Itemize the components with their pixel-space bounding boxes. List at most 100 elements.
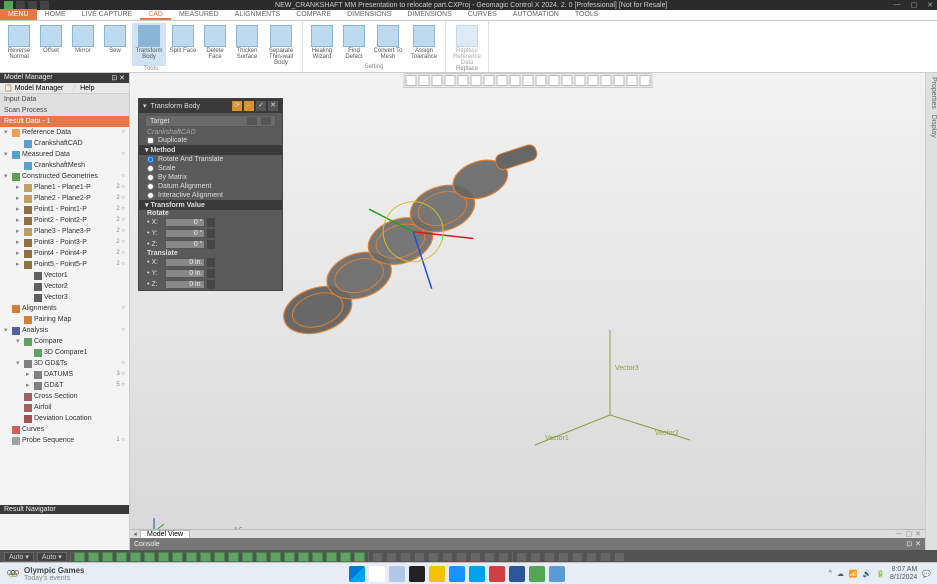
taskview-button[interactable] [389,566,405,582]
tree-item[interactable]: 3D Compare1 [0,347,129,358]
misc-tool-10[interactable] [498,552,509,562]
controlx-icon[interactable] [529,566,545,582]
offset-button[interactable]: Offset [36,23,66,66]
tree-item[interactable]: Probe Sequence1 ○ [0,435,129,446]
tree-item[interactable]: ▾Measured Data○ [0,149,129,160]
taskbar-app-1[interactable] [409,566,425,582]
dialog-cancel-button[interactable]: ✕ [268,101,278,111]
minimize-button[interactable]: — [894,1,901,9]
sel-tool-12[interactable] [228,552,239,562]
vp-tool-17[interactable] [613,75,624,86]
vp-tool-14[interactable] [574,75,585,86]
edge-icon[interactable] [449,566,465,582]
sel-tool-13[interactable] [242,552,253,562]
healing-wizard-button[interactable]: Healing Wizard [307,23,337,64]
tab-display[interactable]: Display [930,115,937,138]
tree-item[interactable]: ▸Point3 - Point3-P2 ○ [0,237,129,248]
duplicate-checkbox[interactable] [147,137,154,144]
dialog-opt2-button[interactable]: ← [244,101,254,111]
taskbar-app-2[interactable] [469,566,485,582]
sel-tool-7[interactable] [158,552,169,562]
tab-automation[interactable]: AUTOMATION [505,9,567,20]
tree-header-result[interactable]: Result Data - 1 [0,116,129,127]
sel-tool-17[interactable] [298,552,309,562]
tray-onedrive-icon[interactable]: ☁ [837,570,844,578]
convert-to-mesh-button[interactable]: Convert To Mesh [371,23,405,64]
tree-item[interactable]: ▸Point4 - Point4-P2 ○ [0,248,129,259]
tree-item[interactable]: ▾Constructed Geometries○ [0,171,129,182]
target-button[interactable]: Target [145,115,276,127]
console-close-icon[interactable]: ✕ [915,540,921,548]
rotate-z-input[interactable]: 0 ° [165,240,205,249]
tab-alignments[interactable]: ALIGNMENTS [227,9,289,20]
translate-y-input[interactable]: 0 in. [165,269,205,278]
tab-max-icon[interactable]: ▢ [906,530,913,538]
misc-tool-8[interactable] [470,552,481,562]
sel-tool-8[interactable] [172,552,183,562]
tab-cad[interactable]: CAD [140,9,171,20]
vp-tool-9[interactable] [509,75,520,86]
method-radio-2[interactable] [147,174,154,181]
method-radio-0[interactable] [147,156,154,163]
tab-help[interactable]: ❔ Help [69,84,94,92]
tab-model-manager[interactable]: 📋 Model Manager [4,84,63,92]
tab-compare[interactable]: COMPARE [288,9,339,20]
misc-tool-2[interactable] [386,552,397,562]
method-radio-3[interactable] [147,183,154,190]
vp-tool-19[interactable] [639,75,650,86]
tab-curves[interactable]: CURVES [460,9,505,20]
rotate-y-spinner[interactable] [207,229,215,238]
tree-item[interactable]: ▸Plane1 - Plane1-P2 ○ [0,182,129,193]
method-radio-4[interactable] [147,192,154,199]
notification-button[interactable]: 💬 [922,570,931,578]
sel-tool-18[interactable] [312,552,323,562]
sel-tool-5[interactable] [130,552,141,562]
vp-tool-2[interactable] [418,75,429,86]
tree-item[interactable]: ▸Plane2 - Plane2-P2 ○ [0,193,129,204]
transform-body-button[interactable]: Transform Body [132,23,166,66]
vp-tool-15[interactable] [587,75,598,86]
tray-volume-icon[interactable]: 🔊 [863,570,872,578]
tree-item[interactable]: ▸DATUMS3 ○ [0,369,129,380]
tree-item[interactable]: Pairing Map [0,314,129,325]
sel-tool-19[interactable] [326,552,337,562]
vp-tool-7[interactable] [483,75,494,86]
translate-z-spinner[interactable] [207,280,215,289]
translate-x-input[interactable]: 0 in. [165,258,205,267]
misc-tool-7[interactable] [456,552,467,562]
translate-y-spinner[interactable] [207,269,215,278]
vp-tool-4[interactable] [444,75,455,86]
vp-tool-8[interactable] [496,75,507,86]
tab-min-icon[interactable]: — [896,530,903,538]
tree-header-input[interactable]: Input Data [0,94,129,105]
dialog-opt1-button[interactable]: ⟳ [232,101,242,111]
tree-item[interactable]: ▾Analysis○ [0,325,129,336]
misc-tool-17[interactable] [600,552,611,562]
taskbar-app-4[interactable] [549,566,565,582]
tab-home[interactable]: HOME [37,9,74,20]
rotate-x-input[interactable]: 0 ° [165,218,205,227]
maximize-button[interactable]: ▢ [911,1,918,9]
tree-item[interactable]: Airfoil [0,402,129,413]
panel-pin-icon[interactable]: ⊡ ✕ [111,74,125,82]
tree-item[interactable]: ▸Point1 - Point1-P2 ○ [0,204,129,215]
taskbar-app-3[interactable] [489,566,505,582]
misc-tool-5[interactable] [428,552,439,562]
misc-tool-3[interactable] [400,552,411,562]
taskbar-clock[interactable]: 8:07 AM 8/1/2024 [890,566,917,582]
target-clear-icon[interactable] [261,117,271,125]
dialog-titlebar[interactable]: ▾ Transform Body ⟳ ← ✓ ✕ [139,99,282,113]
explorer-icon[interactable] [429,566,445,582]
tab-dimensions[interactable]: DIMENSIONS [339,9,399,20]
method-radio-1[interactable] [147,165,154,172]
rotate-x-spinner[interactable] [207,218,215,227]
tab-dimensions-2[interactable]: DIMENSIONS [399,9,459,20]
thicken-surface-button[interactable]: Thicken Surface [232,23,262,66]
misc-tool-14[interactable] [558,552,569,562]
3d-viewport[interactable]: ▾ Transform Body ⟳ ← ✓ ✕ Target Cranksha… [130,73,925,550]
misc-tool-11[interactable] [516,552,527,562]
tree-item[interactable]: CrankshaftCAD [0,138,129,149]
tab-prev-button[interactable]: ◂ [130,530,140,538]
sel-tool-16[interactable] [284,552,295,562]
tab-tools[interactable]: TOOLS [567,9,607,20]
